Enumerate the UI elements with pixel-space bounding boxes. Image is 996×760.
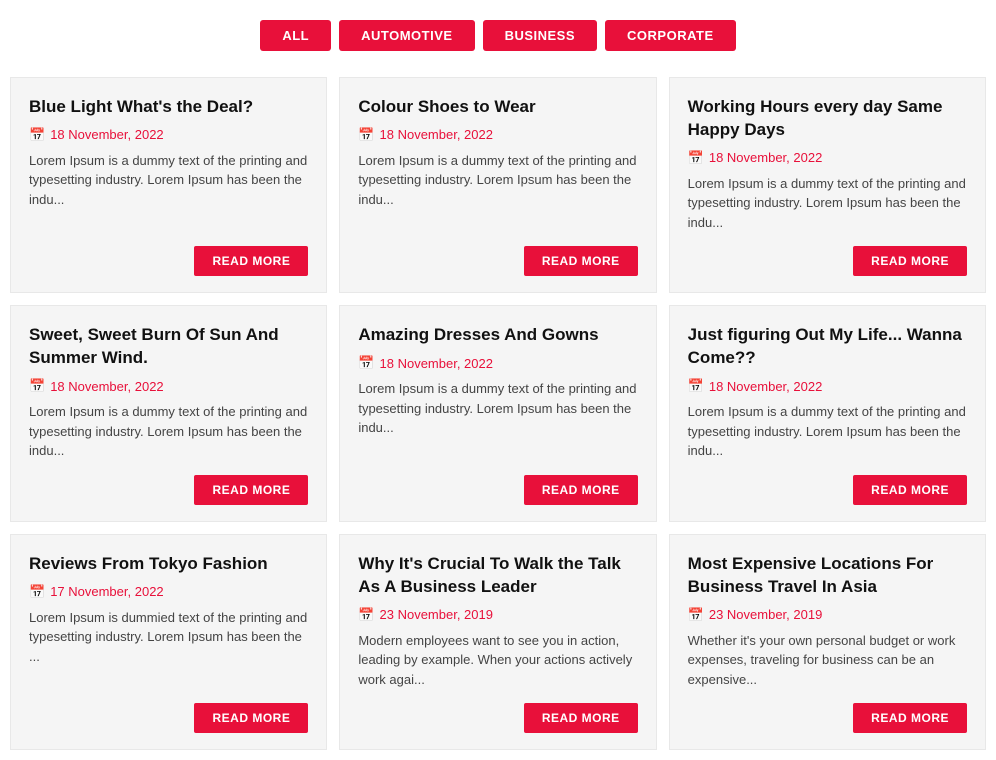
read-more-button[interactable]: READ MORE: [524, 246, 638, 276]
card-3: Sweet, Sweet Burn Of Sun And Summer Wind…: [10, 305, 327, 521]
card-8: Most Expensive Locations For Business Tr…: [669, 534, 986, 750]
read-more-wrap: READ MORE: [358, 703, 637, 733]
card-excerpt: Modern employees want to see you in acti…: [358, 631, 637, 690]
card-title: Blue Light What's the Deal?: [29, 96, 308, 119]
read-more-wrap: READ MORE: [688, 246, 967, 276]
filter-btn-corporate[interactable]: CORPORATE: [605, 20, 736, 51]
card-date: 📅 18 November, 2022: [358, 127, 637, 143]
read-more-button[interactable]: READ MORE: [853, 703, 967, 733]
card-title: Most Expensive Locations For Business Tr…: [688, 553, 967, 599]
card-title: Reviews From Tokyo Fashion: [29, 553, 308, 576]
card-date: 📅 18 November, 2022: [358, 355, 637, 371]
card-excerpt: Lorem Ipsum is a dummy text of the print…: [358, 151, 637, 232]
card-excerpt: Whether it's your own personal budget or…: [688, 631, 967, 690]
card-date: 📅 18 November, 2022: [688, 150, 967, 166]
card-date-link[interactable]: 18 November, 2022: [50, 379, 163, 394]
card-1: Colour Shoes to Wear 📅 18 November, 2022…: [339, 77, 656, 293]
filter-btn-all[interactable]: ALL: [260, 20, 331, 51]
card-title: Colour Shoes to Wear: [358, 96, 637, 119]
card-date: 📅 18 November, 2022: [29, 127, 308, 143]
card-title: Working Hours every day Same Happy Days: [688, 96, 967, 142]
card-4: Amazing Dresses And Gowns 📅 18 November,…: [339, 305, 656, 521]
card-date: 📅 18 November, 2022: [688, 378, 967, 394]
calendar-icon: 📅: [29, 127, 45, 143]
read-more-wrap: READ MORE: [688, 703, 967, 733]
card-date-link[interactable]: 18 November, 2022: [380, 127, 493, 142]
read-more-button[interactable]: READ MORE: [194, 246, 308, 276]
card-grid: Blue Light What's the Deal? 📅 18 Novembe…: [10, 77, 986, 750]
card-excerpt: Lorem Ipsum is a dummy text of the print…: [688, 174, 967, 233]
filter-btn-business[interactable]: BUSINESS: [483, 20, 597, 51]
read-more-wrap: READ MORE: [358, 475, 637, 505]
calendar-icon: 📅: [688, 607, 704, 623]
card-date: 📅 23 November, 2019: [358, 607, 637, 623]
card-date-link[interactable]: 18 November, 2022: [709, 150, 822, 165]
card-title: Why It's Crucial To Walk the Talk As A B…: [358, 553, 637, 599]
card-excerpt: Lorem Ipsum is a dummy text of the print…: [688, 402, 967, 461]
card-date: 📅 18 November, 2022: [29, 378, 308, 394]
card-excerpt: Lorem Ipsum is a dummy text of the print…: [358, 379, 637, 460]
calendar-icon: 📅: [29, 584, 45, 600]
card-0: Blue Light What's the Deal? 📅 18 Novembe…: [10, 77, 327, 293]
filter-btn-automotive[interactable]: AUTOMOTIVE: [339, 20, 474, 51]
read-more-wrap: READ MORE: [29, 475, 308, 505]
card-7: Why It's Crucial To Walk the Talk As A B…: [339, 534, 656, 750]
read-more-button[interactable]: READ MORE: [524, 703, 638, 733]
card-excerpt: Lorem Ipsum is a dummy text of the print…: [29, 151, 308, 232]
calendar-icon: 📅: [688, 378, 704, 394]
card-2: Working Hours every day Same Happy Days …: [669, 77, 986, 293]
calendar-icon: 📅: [358, 127, 374, 143]
read-more-wrap: READ MORE: [688, 475, 967, 505]
read-more-button[interactable]: READ MORE: [194, 703, 308, 733]
card-excerpt: Lorem Ipsum is dummied text of the print…: [29, 608, 308, 689]
card-date-link[interactable]: 17 November, 2022: [50, 584, 163, 599]
read-more-button[interactable]: READ MORE: [853, 475, 967, 505]
card-title: Just figuring Out My Life... Wanna Come?…: [688, 324, 967, 370]
filter-bar: ALL AUTOMOTIVE BUSINESS CORPORATE: [10, 10, 986, 61]
read-more-wrap: READ MORE: [358, 246, 637, 276]
read-more-button[interactable]: READ MORE: [853, 246, 967, 276]
read-more-button[interactable]: READ MORE: [524, 475, 638, 505]
card-title: Amazing Dresses And Gowns: [358, 324, 637, 347]
card-date-link[interactable]: 18 November, 2022: [50, 127, 163, 142]
card-6: Reviews From Tokyo Fashion 📅 17 November…: [10, 534, 327, 750]
read-more-wrap: READ MORE: [29, 246, 308, 276]
calendar-icon: 📅: [29, 378, 45, 394]
card-title: Sweet, Sweet Burn Of Sun And Summer Wind…: [29, 324, 308, 370]
read-more-button[interactable]: READ MORE: [194, 475, 308, 505]
card-date: 📅 17 November, 2022: [29, 584, 308, 600]
card-5: Just figuring Out My Life... Wanna Come?…: [669, 305, 986, 521]
card-date-link[interactable]: 18 November, 2022: [709, 379, 822, 394]
card-date-link[interactable]: 23 November, 2019: [380, 607, 493, 622]
calendar-icon: 📅: [688, 150, 704, 166]
card-date: 📅 23 November, 2019: [688, 607, 967, 623]
card-date-link[interactable]: 18 November, 2022: [380, 356, 493, 371]
read-more-wrap: READ MORE: [29, 703, 308, 733]
card-excerpt: Lorem Ipsum is a dummy text of the print…: [29, 402, 308, 461]
calendar-icon: 📅: [358, 355, 374, 371]
calendar-icon: 📅: [358, 607, 374, 623]
card-date-link[interactable]: 23 November, 2019: [709, 607, 822, 622]
